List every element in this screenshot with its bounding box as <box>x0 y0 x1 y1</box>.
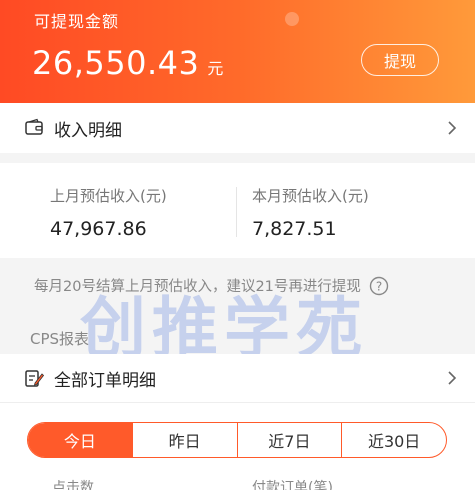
balance-label: 可提现金额 <box>34 12 120 31</box>
paid-orders-label: 付款订单(笔) <box>252 480 333 490</box>
this-month-title: 本月预估收入(元) <box>252 187 369 205</box>
svg-text:?: ? <box>376 279 382 293</box>
this-month-estimate: 本月预估收入(元) 7,827.51 <box>252 185 369 240</box>
last-month-estimate: 上月预估收入(元) 47,967.86 <box>50 185 167 240</box>
last-month-title: 上月预估收入(元) <box>50 187 167 205</box>
help-icon[interactable]: ? <box>369 276 389 296</box>
tab-last-7-days[interactable]: 近7日 <box>236 423 342 457</box>
estimated-income-card: 上月预估收入(元) 47,967.86 本月预估收入(元) 7,827.51 <box>0 163 475 258</box>
tab-today[interactable]: 今日 <box>28 423 132 457</box>
divider <box>236 187 237 237</box>
all-orders-label: 全部订单明细 <box>54 370 156 391</box>
balance-amount: 26,550.43 <box>32 44 200 82</box>
tab-yesterday[interactable]: 昨日 <box>131 423 237 457</box>
last-month-value: 47,967.86 <box>50 218 147 240</box>
balance-header: 可提现金额 26,550.43 元 提现 <box>0 0 475 103</box>
wallet-icon <box>25 118 43 135</box>
balance-unit: 元 <box>207 59 224 78</box>
chevron-right-icon <box>448 121 457 135</box>
status-dot-icon <box>285 12 299 26</box>
balance-amount-row: 26,550.43 元 <box>32 44 223 82</box>
chevron-right-icon <box>448 371 457 385</box>
withdraw-button[interactable]: 提现 <box>361 44 439 76</box>
this-month-value: 7,827.51 <box>252 218 337 240</box>
income-detail-label: 收入明细 <box>54 120 122 141</box>
all-orders-row[interactable]: 全部订单明细 <box>0 354 475 402</box>
clicks-label: 点击数 <box>52 480 94 490</box>
settlement-notice: 每月20号结算上月预估收入，建议21号再进行提现 ? <box>34 275 389 296</box>
edit-document-icon <box>25 370 44 387</box>
date-range-tabs: 今日 昨日 近7日 近30日 <box>27 422 447 458</box>
cps-report-title: CPS报表 <box>30 330 90 348</box>
notice-text: 每月20号结算上月预估收入，建议21号再进行提现 <box>34 279 361 295</box>
income-detail-row[interactable]: 收入明细 <box>0 103 475 153</box>
tab-last-30-days[interactable]: 近30日 <box>341 423 446 457</box>
